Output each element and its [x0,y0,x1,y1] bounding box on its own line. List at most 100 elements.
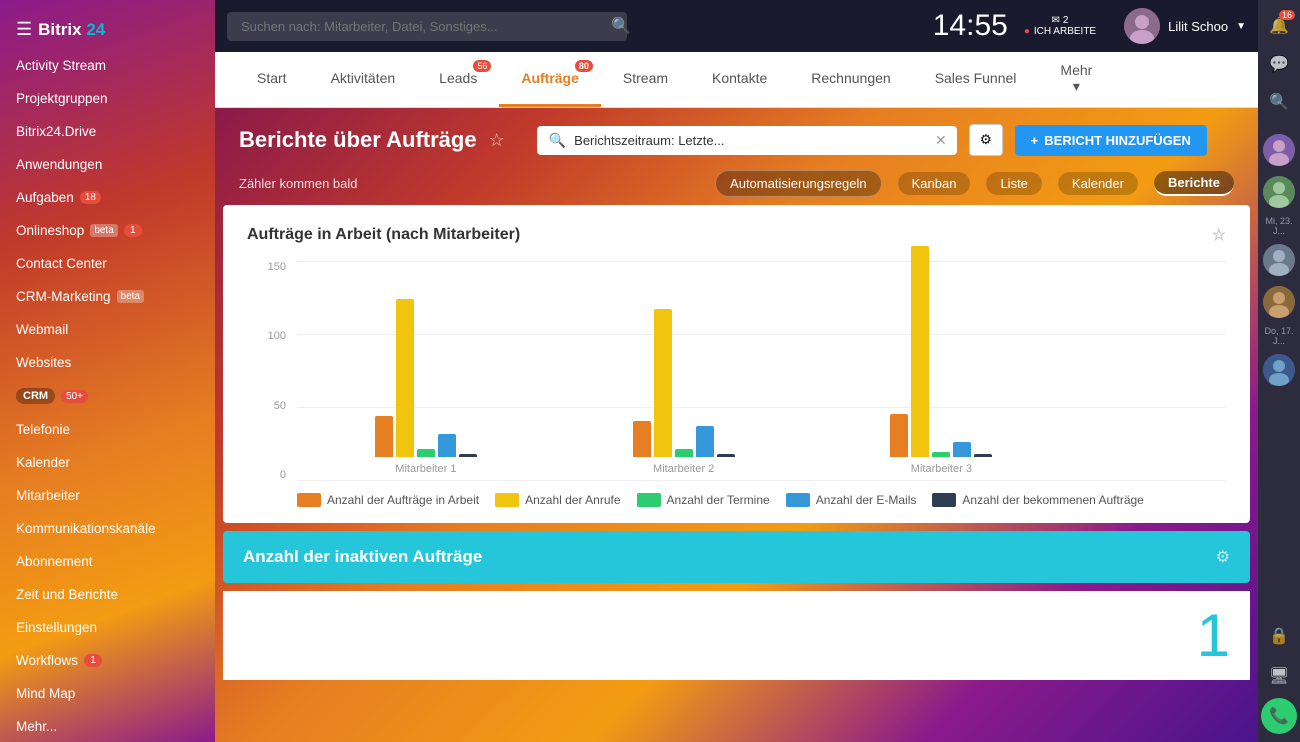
sidebar-item-aufgaben[interactable]: Aufgaben 18 [0,181,215,214]
global-search-icon[interactable]: 🔍 [1261,84,1297,120]
sidebar-item-anwendungen[interactable]: Anwendungen [0,148,215,181]
auto-rules-button[interactable]: Automatisierungsregeln [715,170,882,197]
dropdown-arrow-icon[interactable]: ▼ [1236,21,1246,32]
tab-rechnungen[interactable]: Rechnungen [789,52,912,107]
sidebar-item-kommunikation[interactable]: Kommunikationskanäle [0,512,215,545]
chart-card: Aufträge in Arbeit (nach Mitarbeiter) ☆ … [223,205,1250,523]
sidebar-item-abonnement[interactable]: Abonnement [0,545,215,578]
view-berichte-button[interactable]: Berichte [1154,171,1234,196]
view-liste-button[interactable]: Liste [986,172,1041,195]
settings-button[interactable]: ⚙ [969,124,1003,156]
user-avatar-2[interactable] [1263,176,1295,208]
sidebar-item-webmail[interactable]: Webmail [0,313,215,346]
legend-item-yellow: Anzahl der Anrufe [495,493,620,507]
sidebar-item-websites[interactable]: Websites [0,346,215,379]
tab-stream[interactable]: Stream [601,52,690,107]
user-area[interactable]: Lilit Schoo ▼ [1124,8,1246,44]
filter-tag[interactable]: 🔍 Berichtszeitraum: Letzte... ✕ [537,126,957,155]
phone-icon[interactable]: 📞 [1261,698,1297,734]
monitor-icon[interactable]: 🖥 [1261,658,1297,694]
user-avatar-4[interactable] [1263,286,1295,318]
bar-orange-1 [375,416,393,457]
msg-count: 2 [1063,15,1069,26]
bar-green-3 [932,452,950,457]
legend-item-navy: Anzahl der bekommenen Aufträge [932,493,1143,507]
sidebar-logo[interactable]: ☰ Bitrix 24 [0,10,215,49]
user-avatar-1[interactable] [1263,134,1295,166]
sidebar-item-crm-marketing[interactable]: CRM-Marketing beta [0,280,215,313]
sidebar-item-contact-center[interactable]: Contact Center [0,247,215,280]
tab-mehr[interactable]: Mehr ▾ [1038,52,1114,107]
tab-auftraege[interactable]: Aufträge 80 [499,52,601,107]
sidebar-item-mindmap[interactable]: Mind Map [0,677,215,710]
chart-title: Aufträge in Arbeit (nach Mitarbeiter) ☆ [247,225,1226,245]
sidebar-item-label: Anwendungen [16,157,102,172]
sidebar-item-einstellungen[interactable]: Einstellungen [0,611,215,644]
sidebar-item-kalender[interactable]: Kalender [0,446,215,479]
sidebar-item-zeit[interactable]: Zeit und Berichte [0,578,215,611]
hamburger-icon[interactable]: ☰ [16,19,32,40]
bar-orange-3 [890,414,908,457]
user-avatar-3[interactable] [1263,244,1295,276]
sidebar-item-mehr[interactable]: Mehr... [0,710,215,742]
time-display: 14:55 [933,9,1008,43]
avatar [1124,8,1160,44]
sidebar-item-workflows[interactable]: Workflows 1 [0,644,215,677]
legend-item-green: Anzahl der Termine [637,493,770,507]
sidebar-item-label: Zeit und Berichte [16,587,118,602]
bar-navy-1 [459,454,477,457]
search-input[interactable] [227,12,627,41]
bar-yellow-2 [654,309,672,457]
tab-sales-funnel[interactable]: Sales Funnel [913,52,1039,107]
user-avatar-5[interactable] [1263,354,1295,386]
view-kanban-button[interactable]: Kanban [898,172,971,195]
employee-group-2: Mitarbeiter 2 [633,261,735,481]
sidebar-item-label: Activity Stream [16,58,106,73]
tab-aktivitaeten[interactable]: Aktivitäten [309,52,418,107]
filter-search-icon: 🔍 [549,132,566,149]
leads-badge: 56 [473,60,491,72]
chat-icon[interactable]: 💬 [1261,46,1297,82]
work-dot-icon: ● [1024,26,1030,37]
bottom-card-gear-icon[interactable]: ⚙ [1216,547,1230,567]
sidebar-item-label: Onlineshop [16,223,84,238]
tab-kontakte[interactable]: Kontakte [690,52,789,107]
bar-navy-3 [974,454,992,457]
legend-color-green [637,493,661,507]
sidebar-item-label: Mind Map [16,686,75,701]
sidebar-item-label: Mehr... [16,719,57,734]
favorite-star-icon[interactable]: ☆ [489,130,505,151]
sidebar-item-telefonie[interactable]: Telefonie [0,413,215,446]
sidebar-item-projektgruppen[interactable]: Projektgruppen [0,82,215,115]
y-label-50: 50 [247,400,292,412]
bar-chart-area: 0 50 100 150 [247,261,1226,481]
search-icon[interactable]: 🔍 [611,16,631,36]
chart-legend: Anzahl der Aufträge in Arbeit Anzahl der… [247,493,1226,507]
inactive-count: 1 [1197,601,1230,670]
lock-icon[interactable]: 🔒 [1261,618,1297,654]
sidebar-item-activity-stream[interactable]: Activity Stream [0,49,215,82]
view-kalender-button[interactable]: Kalender [1058,172,1138,195]
employee-label-1: Mitarbeiter 1 [395,463,456,475]
bar-blue-3 [953,442,971,457]
bars-section: Mitarbeiter 1 Mitarbeiter 2 [297,261,1226,481]
filter-close-icon[interactable]: ✕ [935,132,947,149]
notifications-icon[interactable]: 🔔 16 [1261,8,1297,44]
msg-icon: ✉ [1051,15,1059,26]
sidebar-item-label: Projektgruppen [16,91,108,106]
tab-leads[interactable]: Leads 56 [417,52,499,107]
sidebar-item-drive[interactable]: Bitrix24.Drive [0,115,215,148]
sidebar-item-crm[interactable]: CRM 50+ [0,379,215,413]
tab-start[interactable]: Start [235,52,309,107]
bar-green-1 [417,449,435,457]
date-label-2: Do, 17. J... [1258,324,1300,348]
sidebar: ☰ Bitrix 24 Activity Stream Projektgrupp… [0,0,215,742]
y-label-0: 0 [247,469,292,481]
chart-star-icon[interactable]: ☆ [1212,225,1226,245]
sidebar-item-mitarbeiter[interactable]: Mitarbeiter [0,479,215,512]
sidebar-item-label: Contact Center [16,256,107,271]
bar-orange-2 [633,421,651,457]
sidebar-item-onlineshop[interactable]: Onlineshop beta 1 [0,214,215,247]
add-report-button[interactable]: + BERICHT HINZUFÜGEN [1015,125,1207,156]
aufgaben-badge: 18 [80,191,101,204]
